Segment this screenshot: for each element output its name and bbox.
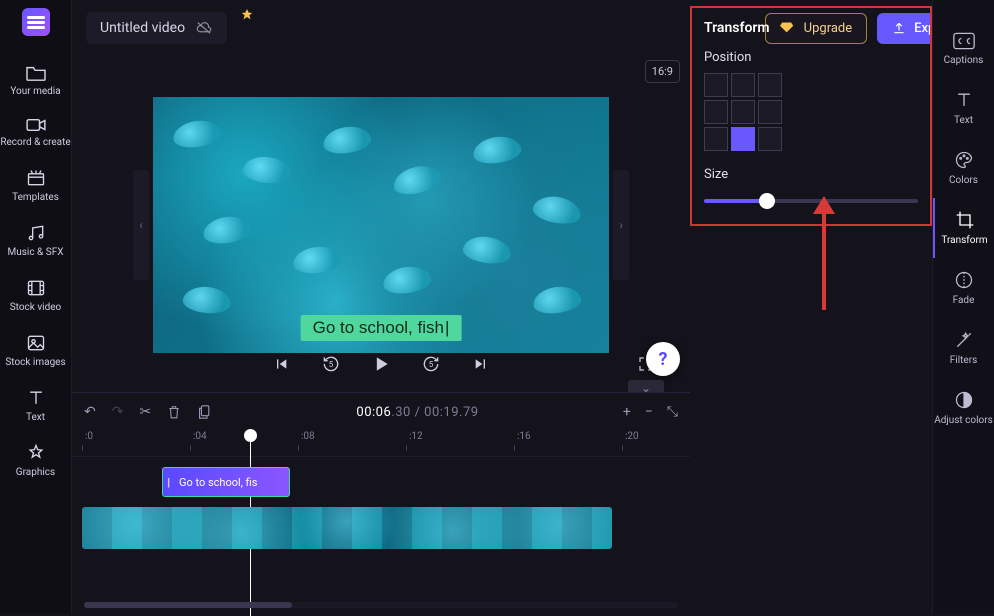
size-slider[interactable]	[704, 199, 918, 203]
zoom-in-button[interactable]: +	[623, 404, 631, 420]
timecode: 00:06.30 / 00:19.79	[228, 405, 607, 420]
image-icon	[26, 333, 46, 353]
folder-icon	[25, 64, 47, 82]
label: Templates	[12, 192, 59, 203]
app-logo-icon[interactable]	[22, 8, 50, 36]
text-clip[interactable]: || Go to school, fis	[162, 467, 290, 497]
timeline-ruler[interactable]: :0 :04 :08 :12 :16 :20	[72, 431, 690, 457]
play-button[interactable]	[367, 350, 395, 378]
crop-icon	[955, 210, 975, 230]
delete-button[interactable]	[167, 404, 181, 420]
sidebar-item-music-sfx[interactable]: Music & SFX	[0, 213, 72, 268]
right-item-filters[interactable]: Filters	[933, 318, 994, 378]
text-icon	[26, 388, 46, 408]
fade-icon	[954, 270, 974, 290]
graphics-icon	[26, 443, 46, 463]
label: Your media	[10, 86, 60, 97]
palette-icon	[954, 150, 974, 170]
premium-badge-icon	[240, 8, 254, 22]
left-toolbar: Your media Record & create Templates Mus…	[0, 0, 72, 614]
collapse-left-button[interactable]: ‹	[133, 170, 149, 280]
contrast-icon	[954, 390, 974, 410]
video-clip[interactable]	[82, 507, 612, 549]
panel-title: Transform	[704, 20, 918, 36]
label: Stock images	[5, 357, 65, 368]
tracks[interactable]: || Go to school, fis	[72, 457, 690, 473]
cc-icon	[953, 32, 975, 50]
sidebar-item-text[interactable]: Text	[0, 378, 72, 433]
position-cell-mr[interactable]	[758, 100, 782, 124]
right-item-captions[interactable]: Captions	[933, 20, 994, 78]
fit-timeline-button[interactable]: ⤡	[667, 404, 678, 420]
right-item-text[interactable]: Text	[933, 78, 994, 138]
right-item-colors[interactable]: Colors	[933, 138, 994, 198]
position-grid	[704, 73, 918, 151]
label: Text	[26, 412, 45, 423]
clip-label: Go to school, fis	[179, 476, 257, 489]
wand-icon	[954, 330, 974, 350]
right-item-transform[interactable]: Transform	[933, 198, 994, 258]
prev-frame-button[interactable]	[267, 350, 295, 378]
clip-handle-icon[interactable]: ||	[167, 476, 175, 489]
position-cell-tr[interactable]	[758, 73, 782, 97]
scrollbar-thumb[interactable]	[84, 602, 292, 608]
undo-button[interactable]: ↶	[84, 404, 96, 420]
sidebar-item-graphics[interactable]: Graphics	[0, 433, 72, 488]
label: Stock video	[10, 302, 62, 313]
cloud-sync-off-icon	[195, 21, 213, 35]
label: Music & SFX	[8, 247, 64, 258]
camera-icon	[25, 117, 47, 133]
help-button[interactable]: ?	[646, 342, 680, 376]
sidebar-item-your-media[interactable]: Your media	[0, 54, 72, 107]
video-preview[interactable]: Go to school, fish	[153, 97, 609, 353]
timeline: ↶ ↷ ✂ 00:06.30 / 00:19.79 + − ⤡ :0 :04 :…	[72, 392, 690, 614]
next-frame-button[interactable]	[467, 350, 495, 378]
position-cell-tc[interactable]	[731, 73, 755, 97]
label: Record & create	[0, 137, 70, 148]
label: Graphics	[16, 467, 55, 478]
right-item-fade[interactable]: Fade	[933, 258, 994, 318]
film-icon	[26, 278, 46, 298]
timeline-toolbar: ↶ ↷ ✂ 00:06.30 / 00:19.79 + − ⤡	[72, 393, 690, 431]
timeline-scrollbar[interactable]	[84, 602, 678, 608]
redo-button[interactable]: ↷	[112, 404, 124, 420]
right-toolbar: Captions Text Colors Transform Fade Filt…	[932, 0, 994, 614]
position-label: Position	[704, 50, 918, 65]
right-item-adjust-colors[interactable]: Adjust colors	[933, 378, 994, 438]
position-cell-tl[interactable]	[704, 73, 728, 97]
transform-panel: Transform Position Size	[690, 6, 932, 226]
skip-back-5-button[interactable]	[317, 350, 345, 378]
size-label: Size	[704, 167, 918, 182]
split-button[interactable]: ✂	[139, 404, 151, 420]
collapse-right-button[interactable]: ›	[613, 170, 629, 280]
zoom-out-button[interactable]: −	[645, 404, 653, 420]
sidebar-item-stock-images[interactable]: Stock images	[0, 323, 72, 378]
playback-controls	[72, 336, 690, 392]
position-cell-bc[interactable]	[731, 127, 755, 151]
annotation-arrow-icon	[822, 210, 826, 310]
sidebar-item-templates[interactable]: Templates	[0, 158, 72, 213]
position-cell-mc[interactable]	[731, 100, 755, 124]
project-title[interactable]: Untitled video	[86, 12, 227, 44]
text-icon	[954, 90, 974, 110]
position-cell-ml[interactable]	[704, 100, 728, 124]
skip-fwd-5-button[interactable]	[417, 350, 445, 378]
duplicate-button[interactable]	[197, 404, 212, 420]
templates-icon	[26, 168, 46, 188]
sidebar-item-stock-video[interactable]: Stock video	[0, 268, 72, 323]
position-cell-bl[interactable]	[704, 127, 728, 151]
sidebar-item-record-create[interactable]: Record & create	[0, 107, 72, 158]
project-title-text: Untitled video	[100, 20, 185, 36]
position-cell-br[interactable]	[758, 127, 782, 151]
music-icon	[26, 223, 46, 243]
